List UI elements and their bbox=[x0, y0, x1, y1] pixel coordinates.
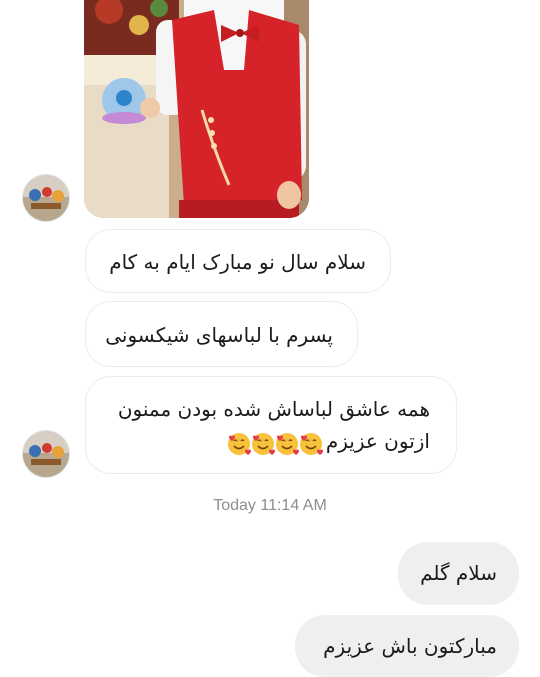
incoming-message[interactable]: پسرم با لباسهای شیکسونی bbox=[85, 301, 358, 367]
message-text: سلام سال نو مبارک ایام به کام bbox=[109, 250, 366, 274]
smiling-face-with-hearts-icon bbox=[251, 433, 275, 455]
outgoing-message[interactable]: سلام گلم bbox=[398, 542, 519, 605]
message-timestamp: Today 11:14 AM bbox=[213, 497, 327, 514]
avatar-image bbox=[23, 431, 69, 477]
outgoing-message[interactable]: مبارکتون باش عزیزم bbox=[295, 615, 519, 677]
message-text: مبارکتون باش عزیزم bbox=[323, 634, 497, 658]
incoming-message[interactable]: همه عاشق لباساش شده بودن ممنون ازتون عزی… bbox=[85, 376, 457, 474]
photo-image bbox=[84, 0, 309, 218]
message-text: سلام گلم bbox=[420, 561, 497, 585]
smiling-face-with-hearts-icon bbox=[275, 433, 299, 455]
message-text-line: همه عاشق لباساش شده بودن ممنون bbox=[117, 397, 430, 421]
shared-photo[interactable] bbox=[84, 0, 309, 218]
sender-avatar[interactable] bbox=[22, 430, 70, 478]
message-text: ازتون عزیزم bbox=[325, 429, 430, 453]
avatar-image bbox=[23, 175, 69, 221]
smiling-face-with-hearts-icon bbox=[227, 433, 251, 455]
message-text: پسرم با لباسهای شیکسونی bbox=[105, 323, 333, 347]
sender-avatar[interactable] bbox=[22, 174, 70, 222]
emoji-group bbox=[227, 427, 324, 459]
message-text-line: ازتون عزیزم bbox=[112, 425, 430, 459]
smiling-face-with-hearts-icon bbox=[299, 433, 323, 455]
incoming-message[interactable]: سلام سال نو مبارک ایام به کام bbox=[85, 229, 391, 293]
